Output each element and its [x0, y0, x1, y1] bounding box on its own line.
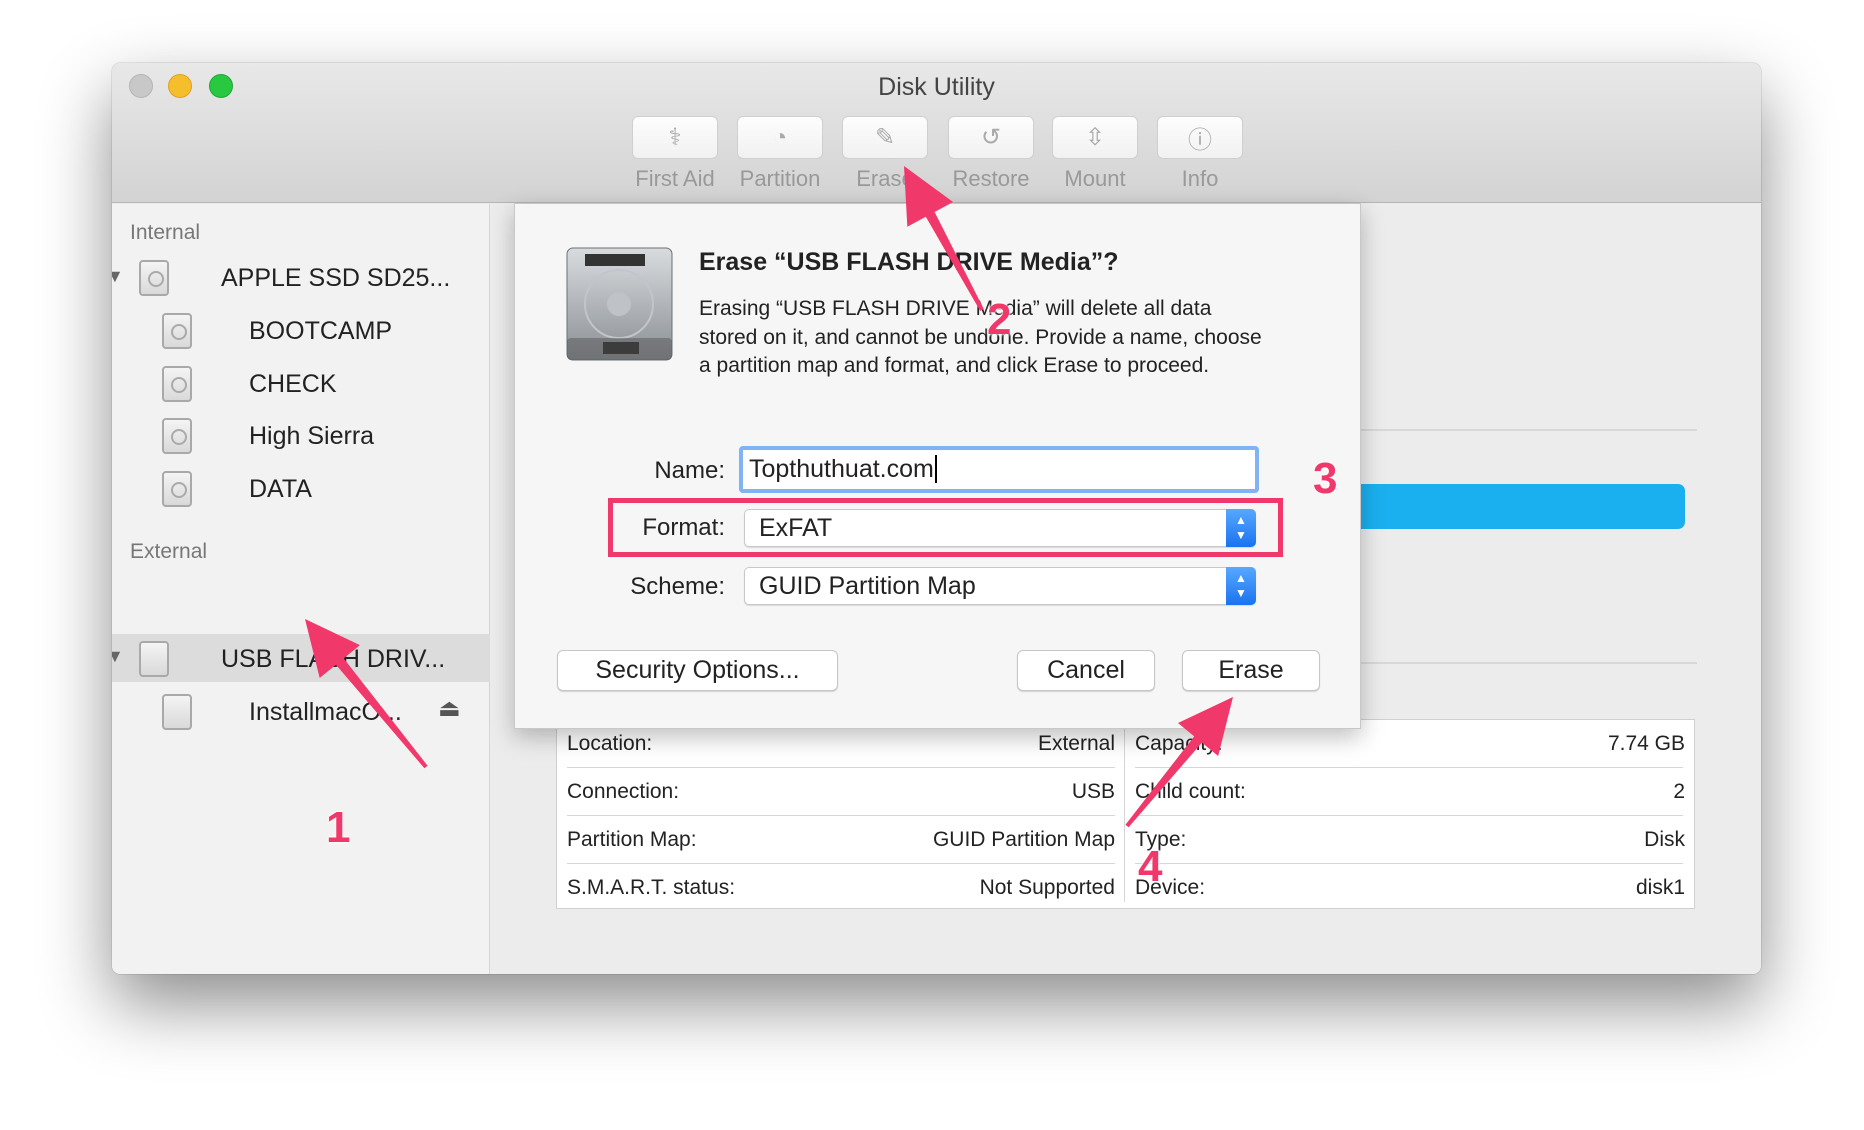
annotation-number-3: 3: [1313, 454, 1338, 503]
arrow-4-icon: [1125, 697, 1233, 828]
annotation-number-1: 1: [326, 803, 351, 852]
arrow-1-icon: [305, 619, 428, 769]
annotation-number-4: 4: [1138, 842, 1163, 891]
annotation-number-2: 2: [987, 295, 1012, 344]
annotation-arrows: [305, 166, 1233, 828]
arrow-2-icon: [904, 166, 984, 311]
